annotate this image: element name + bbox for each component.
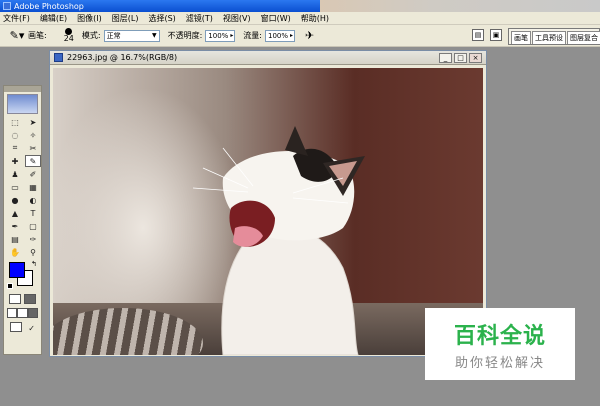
menu-bar: 文件(F) 编辑(E) 图像(I) 图层(L) 选择(S) 滤镜(T) 视图(V… (0, 12, 600, 25)
menu-view[interactable]: 视图(V) (223, 13, 251, 24)
tab-layer-comps[interactable]: 图层复合 (567, 31, 600, 44)
menu-help[interactable]: 帮助(H) (301, 13, 329, 24)
type-tool-icon[interactable]: T (25, 207, 41, 219)
quick-mask-icon[interactable] (24, 294, 37, 304)
standard-screen-icon[interactable] (7, 308, 18, 318)
menu-window[interactable]: 窗口(W) (261, 13, 291, 24)
healing-brush-icon[interactable]: ✚ (7, 155, 23, 167)
document-icon (54, 53, 63, 62)
foreground-color-swatch[interactable] (9, 262, 25, 278)
mode-select[interactable]: 正常 ▼ (103, 29, 160, 42)
chevron-right-icon: ▸ (290, 32, 294, 39)
gradient-tool-icon[interactable]: ▦ (25, 181, 41, 193)
mode-value: 正常 (106, 31, 121, 40)
shape-tool-icon[interactable]: ▢ (25, 220, 41, 232)
full-screen-menu-icon[interactable] (17, 308, 28, 318)
lasso-tool-icon[interactable]: ◌ (7, 129, 23, 141)
brush-picker[interactable]: 24 (64, 28, 74, 43)
menu-file[interactable]: 文件(F) (3, 13, 30, 24)
brush-tool-icon[interactable]: ✎ (25, 155, 41, 167)
move-tool-icon[interactable]: ➤ (25, 116, 41, 128)
chevron-right-icon: ▸ (230, 32, 234, 39)
menu-select[interactable]: 选择(S) (148, 13, 175, 24)
image-canvas[interactable] (53, 68, 483, 355)
document-title-bar[interactable]: 22963.jpg @ 16.7%(RGB/8) _ □ × (50, 51, 486, 65)
jump-to-imageready-icon[interactable] (10, 322, 23, 332)
notes-tool-icon[interactable]: ▤ (7, 233, 23, 245)
mode-label: 模式: (81, 31, 101, 40)
magic-wand-icon[interactable]: ✧ (25, 129, 41, 141)
marquee-tool-icon[interactable]: ⬚ (7, 116, 23, 128)
cat-photo (192, 126, 365, 355)
clone-stamp-icon[interactable]: ♟ (7, 168, 23, 180)
pen-tool-icon[interactable]: ✒ (7, 220, 23, 232)
eyedropper-icon[interactable]: ✑ (25, 233, 41, 245)
opacity-label: 不透明度: (167, 31, 203, 40)
toolbox: ⬚ ➤ ◌ ✧ ⌗ ✂ ✚ ✎ ♟ ✐ ▭ ▦ ● ◐ ▲ T ✒ ▢ ▤ ✑ … (3, 85, 42, 355)
dodge-tool-icon[interactable]: ◐ (25, 194, 41, 206)
brush-tool-preset-icon[interactable]: ✎▾ (6, 28, 28, 44)
watermark-logo: 百科全说 助你轻松解决 (425, 308, 575, 380)
eraser-tool-icon[interactable]: ▭ (7, 181, 23, 193)
tool-grid: ⬚ ➤ ◌ ✧ ⌗ ✂ ✚ ✎ ♟ ✐ ▭ ▦ ● ◐ ▲ T ✒ ▢ ▤ ✑ … (4, 116, 41, 258)
app-title: Adobe Photoshop (14, 1, 84, 11)
imageready-icon[interactable]: ✓ (28, 322, 35, 334)
swap-colors-icon[interactable]: ↰ (31, 260, 37, 268)
flow-input[interactable]: 100% ▸ (265, 29, 295, 42)
flow-value: 100% (268, 31, 289, 40)
watermark-sub-text: 助你轻松解决 (454, 355, 545, 371)
default-colors-icon[interactable] (7, 283, 13, 289)
zoom-tool-icon[interactable]: ⚲ (25, 246, 41, 258)
watermark-main-text: 百科全说 (453, 323, 546, 349)
blur-tool-icon[interactable]: ● (7, 194, 23, 206)
color-swatches: ↰ (7, 260, 38, 290)
standard-mode-icon[interactable] (8, 294, 21, 304)
path-select-icon[interactable]: ▲ (7, 207, 23, 219)
flow-label: 流量: (243, 31, 262, 40)
menu-image[interactable]: 图像(I) (77, 13, 102, 24)
title-bar-background (320, 0, 600, 12)
history-brush-icon[interactable]: ✐ (25, 168, 41, 180)
slice-tool-icon[interactable]: ✂ (25, 142, 41, 154)
maximize-button[interactable]: □ (454, 53, 467, 63)
tab-brushes[interactable]: 画笔 (511, 31, 531, 44)
full-screen-icon[interactable] (27, 308, 38, 318)
menu-filter[interactable]: 滤镜(T) (186, 13, 213, 24)
palette-toggle-icon[interactable]: ▣ (490, 29, 502, 41)
window-controls: _ □ × (437, 53, 482, 63)
close-button[interactable]: × (469, 53, 482, 63)
title-bar: Adobe Photoshop (0, 0, 600, 12)
chevron-down-icon: ▼ (151, 32, 157, 39)
airbrush-icon[interactable]: ✈ (305, 29, 314, 42)
file-browser-icon[interactable]: ▤ (472, 29, 484, 41)
document-window: 22963.jpg @ 16.7%(RGB/8) _ □ × (49, 50, 487, 357)
hand-tool-icon[interactable]: ✋ (7, 246, 23, 258)
minimize-button[interactable]: _ (439, 53, 452, 63)
opacity-value: 100% (208, 31, 229, 40)
tab-tool-presets[interactable]: 工具预设 (532, 31, 566, 44)
brush-label: 画笔: (28, 31, 47, 40)
brush-size: 24 (63, 34, 74, 43)
photoshop-feather-logo[interactable] (7, 94, 38, 114)
palette-well: 画笔 工具预设 图层复合 (508, 28, 600, 45)
document-title: 22963.jpg @ 16.7%(RGB/8) (67, 53, 178, 62)
toolbox-header[interactable] (4, 86, 41, 92)
menu-edit[interactable]: 编辑(E) (40, 13, 67, 24)
screen-mode-row (4, 308, 41, 318)
opacity-input[interactable]: 100% ▸ (205, 29, 236, 42)
menu-layer[interactable]: 图层(L) (112, 13, 139, 24)
jump-row: ✓ (4, 322, 41, 334)
crop-tool-icon[interactable]: ⌗ (7, 142, 23, 154)
mask-mode-row (4, 294, 41, 304)
photoshop-app-icon (3, 2, 11, 10)
